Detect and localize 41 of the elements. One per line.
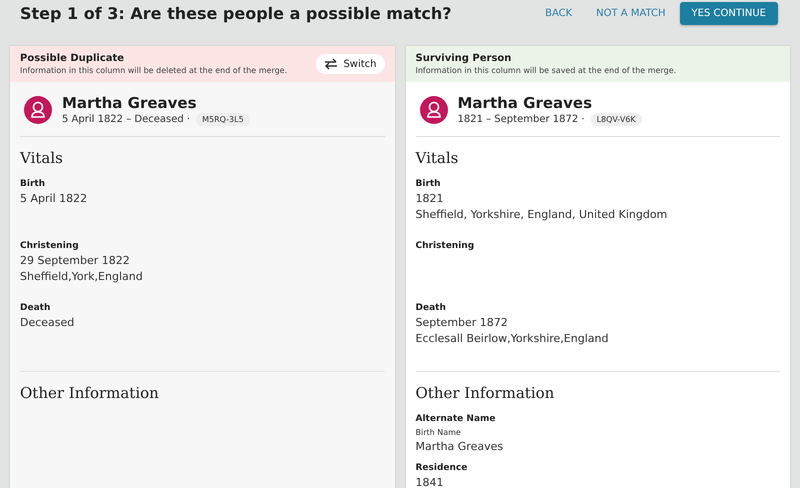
fact-value: September 1872 (416, 315, 509, 331)
fact-sublabel: Birth Name (416, 428, 462, 437)
continue-button[interactable]: YES CONTINUE (680, 2, 778, 25)
banner-title: Possible Duplicate (20, 53, 126, 64)
person-avatar-icon (24, 96, 52, 124)
banner-note: Information in this column will be deleted at the end of the merge. (20, 66, 288, 75)
person-avatar-icon (420, 96, 448, 124)
fact-label: Birth (20, 179, 46, 189)
fact-value: Sheffield, Yorkshire, England, United Kingdom (416, 207, 668, 223)
section-heading: Vitals (416, 149, 460, 167)
fact-value: 29 September 1822 (20, 253, 131, 269)
fact-value: 5 April 1822 (20, 191, 88, 207)
person-name: Martha Greaves (62, 94, 198, 112)
banner-title: Surviving Person (416, 53, 512, 64)
fact-label: Birth (416, 179, 442, 189)
swap-icon (324, 58, 338, 70)
lifespan: 5 April 1822 – Deceased · (62, 114, 190, 125)
fact-value: 1821 (416, 191, 444, 207)
link-button[interactable]: NOT A MATCH (586, 2, 676, 25)
fact-value: Ecclesall Beirlow,Yorkshire,England (416, 331, 610, 347)
fact-label: Residence (416, 463, 468, 473)
lifespan: 1821 – September 1872 · (458, 114, 585, 125)
fact-label: Death (20, 303, 52, 313)
fact-label: Christening (20, 241, 80, 251)
person-id-badge: M5RQ-3L5 (196, 113, 250, 126)
page-title: Step 1 of 3: Are these people a possible match? (20, 4, 452, 23)
person-id-badge: L8QV-V6K (590, 113, 642, 126)
section-heading: Other Information (20, 384, 160, 402)
section-heading: Vitals (20, 149, 64, 167)
fact-value: Deceased (20, 315, 76, 331)
fact-value: Sheffield,York,England (20, 269, 144, 285)
person-name: Martha Greaves (458, 94, 594, 112)
fact-label: Alternate Name (416, 414, 497, 424)
fact-label: Christening (416, 241, 476, 251)
banner-note: Information in this column will be saved at the end of the merge. (416, 66, 676, 75)
fact-value: 1841 (416, 475, 444, 488)
switch-button[interactable]: Switch (316, 54, 384, 74)
fact-label: Death (416, 303, 447, 313)
fact-value: Martha Greaves (416, 439, 504, 455)
section-heading: Other Information (416, 384, 556, 402)
link-button[interactable]: BACK (535, 2, 582, 25)
